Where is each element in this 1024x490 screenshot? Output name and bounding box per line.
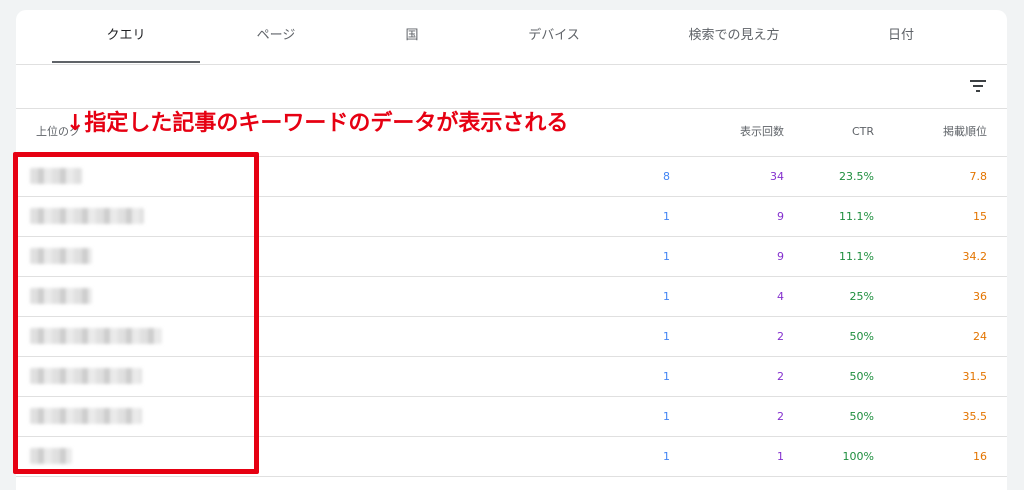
impressions-value: 2 bbox=[777, 370, 784, 383]
ctr-value: 50% bbox=[849, 370, 874, 383]
keyword-data-annotation: ↓指定した記事のキーワードのデータが表示される bbox=[66, 111, 569, 136]
dimension-tabs: クエリ ページ 国 デバイス 検索での見え方 日付 bbox=[16, 10, 1007, 65]
position-value: 7.8 bbox=[969, 170, 988, 183]
ctr-value: 50% bbox=[849, 410, 874, 423]
impressions-value: 9 bbox=[777, 210, 784, 223]
ctr-value: 23.5% bbox=[839, 170, 874, 183]
clicks-value: 1 bbox=[663, 250, 670, 263]
impressions-value: 34 bbox=[770, 170, 784, 183]
tab-query[interactable]: クエリ bbox=[52, 10, 200, 62]
impressions-value: 2 bbox=[777, 410, 784, 423]
clicks-value: 1 bbox=[663, 450, 670, 463]
ctr-value: 50% bbox=[849, 330, 874, 343]
impressions-value: 2 bbox=[777, 330, 784, 343]
position-value: 16 bbox=[973, 450, 987, 463]
position-value: 36 bbox=[973, 290, 987, 303]
impressions-value: 1 bbox=[777, 450, 784, 463]
tab-page[interactable]: ページ bbox=[201, 10, 351, 62]
tab-device[interactable]: デバイス bbox=[486, 10, 622, 62]
ctr-value: 11.1% bbox=[839, 210, 874, 223]
impressions-value: 9 bbox=[777, 250, 784, 263]
position-value: 34.2 bbox=[962, 250, 988, 263]
impressions-value: 4 bbox=[777, 290, 784, 303]
active-tab-indicator bbox=[52, 61, 200, 63]
clicks-value: 1 bbox=[663, 210, 670, 223]
ctr-value: 100% bbox=[842, 450, 874, 463]
tab-country[interactable]: 国 bbox=[352, 10, 472, 62]
tab-date[interactable]: 日付 bbox=[836, 10, 966, 62]
clicks-value: 1 bbox=[663, 290, 670, 303]
position-value: 15 bbox=[973, 210, 987, 223]
highlight-box bbox=[13, 152, 259, 474]
header-ctr[interactable]: CTR bbox=[802, 108, 874, 156]
ctr-value: 25% bbox=[849, 290, 874, 303]
position-value: 24 bbox=[973, 330, 987, 343]
table-filter-bar bbox=[16, 64, 1007, 109]
clicks-value: 1 bbox=[663, 330, 670, 343]
tab-search-appearance[interactable]: 検索での見え方 bbox=[646, 10, 822, 62]
filter-list-icon[interactable] bbox=[966, 74, 990, 98]
header-position[interactable]: 掲載順位 bbox=[896, 108, 987, 156]
header-impressions[interactable]: 表示回数 bbox=[688, 108, 784, 156]
position-value: 35.5 bbox=[962, 410, 988, 423]
ctr-value: 11.1% bbox=[839, 250, 874, 263]
clicks-value: 1 bbox=[663, 410, 670, 423]
position-value: 31.5 bbox=[962, 370, 988, 383]
clicks-value: 8 bbox=[663, 170, 670, 183]
clicks-value: 1 bbox=[663, 370, 670, 383]
